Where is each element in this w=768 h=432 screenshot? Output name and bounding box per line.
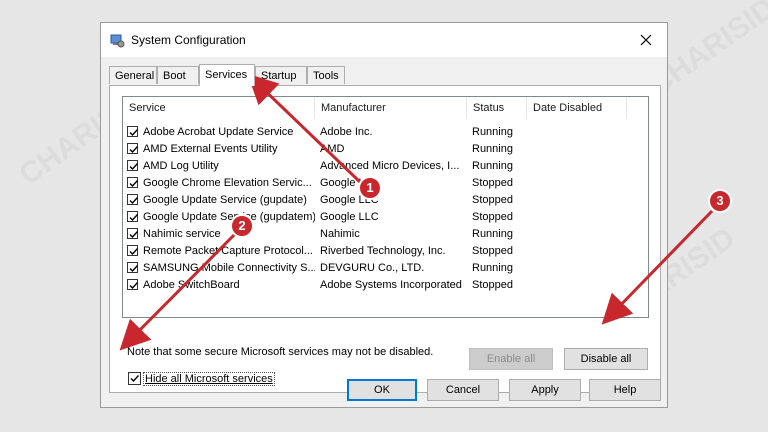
service-name: Adobe Acrobat Update Service <box>143 126 294 138</box>
service-status: Running <box>472 143 513 155</box>
service-manufacturer: Google LLC <box>320 177 379 189</box>
service-manufacturer: Adobe Inc. <box>320 126 373 138</box>
checkmark-icon <box>129 180 139 188</box>
checkmark-icon <box>129 265 139 273</box>
table-row[interactable]: Adobe SwitchBoard Adobe Systems Incorpora… <box>123 277 648 294</box>
service-checkbox[interactable] <box>127 126 139 137</box>
table-row[interactable]: Google Update Service (gupdatem) Google L… <box>123 209 648 226</box>
title-bar: System Configuration <box>101 23 667 57</box>
service-manufacturer: AMD <box>320 143 345 155</box>
system-configuration-icon <box>110 34 125 48</box>
service-checkbox[interactable] <box>127 143 139 154</box>
hide-microsoft-services-checkbox[interactable] <box>128 372 141 385</box>
step-marker-2: 2 <box>230 214 254 238</box>
apply-button[interactable]: Apply <box>509 379 581 401</box>
service-manufacturer: Adobe Systems Incorporated <box>320 279 462 291</box>
service-manufacturer: DEVGURU Co., LTD. <box>320 262 425 274</box>
checkmark-icon <box>130 375 140 383</box>
services-panel: Service Manufacturer Status Date Disable… <box>109 85 661 393</box>
service-name: AMD External Events Utility <box>143 143 278 155</box>
checkmark-icon <box>129 197 139 205</box>
service-status: Running <box>472 160 513 172</box>
service-manufacturer: Google LLC <box>320 211 379 223</box>
tab-boot[interactable]: Boot <box>157 66 199 84</box>
checkmark-icon <box>129 214 139 222</box>
table-row[interactable]: Nahimic service Nahimic Running <box>123 226 648 243</box>
service-name: Adobe SwitchBoard <box>143 279 240 291</box>
checkmark-icon <box>129 129 139 137</box>
disable-all-button[interactable]: Disable all <box>564 348 648 370</box>
service-checkbox[interactable] <box>127 228 139 239</box>
hide-microsoft-services-label: Hide all Microsoft services <box>143 372 275 386</box>
service-name: Google Chrome Elevation Servic... <box>143 177 312 189</box>
ok-button[interactable]: OK <box>347 379 417 401</box>
table-row[interactable]: AMD External Events Utility AMD Running <box>123 141 648 158</box>
column-header-service[interactable]: Service <box>123 97 315 119</box>
service-status: Running <box>472 262 513 274</box>
enable-all-button[interactable]: Enable all <box>469 348 553 370</box>
window-title: System Configuration <box>131 33 246 47</box>
service-manufacturer: Riverbed Technology, Inc. <box>320 245 446 257</box>
service-status: Running <box>472 126 513 138</box>
checkmark-icon <box>129 231 139 239</box>
service-checkbox[interactable] <box>127 177 139 188</box>
system-configuration-window: System Configuration General Boot Servic… <box>100 22 668 408</box>
service-checkbox[interactable] <box>127 194 139 205</box>
tab-general[interactable]: General <box>109 66 157 84</box>
service-status: Stopped <box>472 177 513 189</box>
checkmark-icon <box>129 282 139 290</box>
column-header-date-disabled[interactable]: Date Disabled <box>527 97 627 119</box>
secure-services-note: Note that some secure Microsoft services… <box>127 346 434 358</box>
tab-tools[interactable]: Tools <box>307 66 345 84</box>
service-checkbox[interactable] <box>127 211 139 222</box>
service-name: Nahimic service <box>143 228 221 240</box>
table-row[interactable]: AMD Log Utility Advanced Micro Devices, I… <box>123 158 648 175</box>
table-row[interactable]: SAMSUNG Mobile Connectivity S... DEVGURU … <box>123 260 648 277</box>
service-name: Remote Packet Capture Protocol... <box>143 245 313 257</box>
cancel-button[interactable]: Cancel <box>427 379 499 401</box>
service-name: AMD Log Utility <box>143 160 219 172</box>
service-status: Stopped <box>472 279 513 291</box>
service-checkbox[interactable] <box>127 262 139 273</box>
checkmark-icon <box>129 146 139 154</box>
close-button[interactable] <box>631 27 661 53</box>
service-status: Running <box>472 228 513 240</box>
help-button[interactable]: Help <box>589 379 661 401</box>
service-status: Stopped <box>472 245 513 257</box>
service-name: Google Update Service (gupdate) <box>143 194 307 206</box>
service-status: Stopped <box>472 194 513 206</box>
service-manufacturer: Google LLC <box>320 194 379 206</box>
step-marker-3: 3 <box>708 189 732 213</box>
table-row[interactable]: Remote Packet Capture Protocol... Riverbe… <box>123 243 648 260</box>
column-header-manufacturer[interactable]: Manufacturer <box>315 97 467 119</box>
table-row[interactable]: Google Update Service (gupdate) Google LL… <box>123 192 648 209</box>
service-name: Google Update Service (gupdatem) <box>143 211 315 223</box>
column-header-status[interactable]: Status <box>467 97 527 119</box>
service-manufacturer: Nahimic <box>320 228 360 240</box>
close-icon <box>640 34 652 46</box>
service-checkbox[interactable] <box>127 279 139 290</box>
service-checkbox[interactable] <box>127 160 139 171</box>
tab-services[interactable]: Services <box>199 64 255 86</box>
service-status: Stopped <box>472 211 513 223</box>
table-row[interactable]: Adobe Acrobat Update Service Adobe Inc. Ru… <box>123 124 648 141</box>
checkmark-icon <box>129 163 139 171</box>
checkmark-icon <box>129 248 139 256</box>
table-row[interactable]: Google Chrome Elevation Servic... Google … <box>123 175 648 192</box>
service-manufacturer: Advanced Micro Devices, I... <box>320 160 460 172</box>
service-name: SAMSUNG Mobile Connectivity S... <box>143 262 315 274</box>
tab-startup[interactable]: Startup <box>255 66 307 84</box>
services-list[interactable]: Service Manufacturer Status Date Disable… <box>122 96 649 318</box>
service-checkbox[interactable] <box>127 245 139 256</box>
step-marker-1: 1 <box>358 176 382 200</box>
